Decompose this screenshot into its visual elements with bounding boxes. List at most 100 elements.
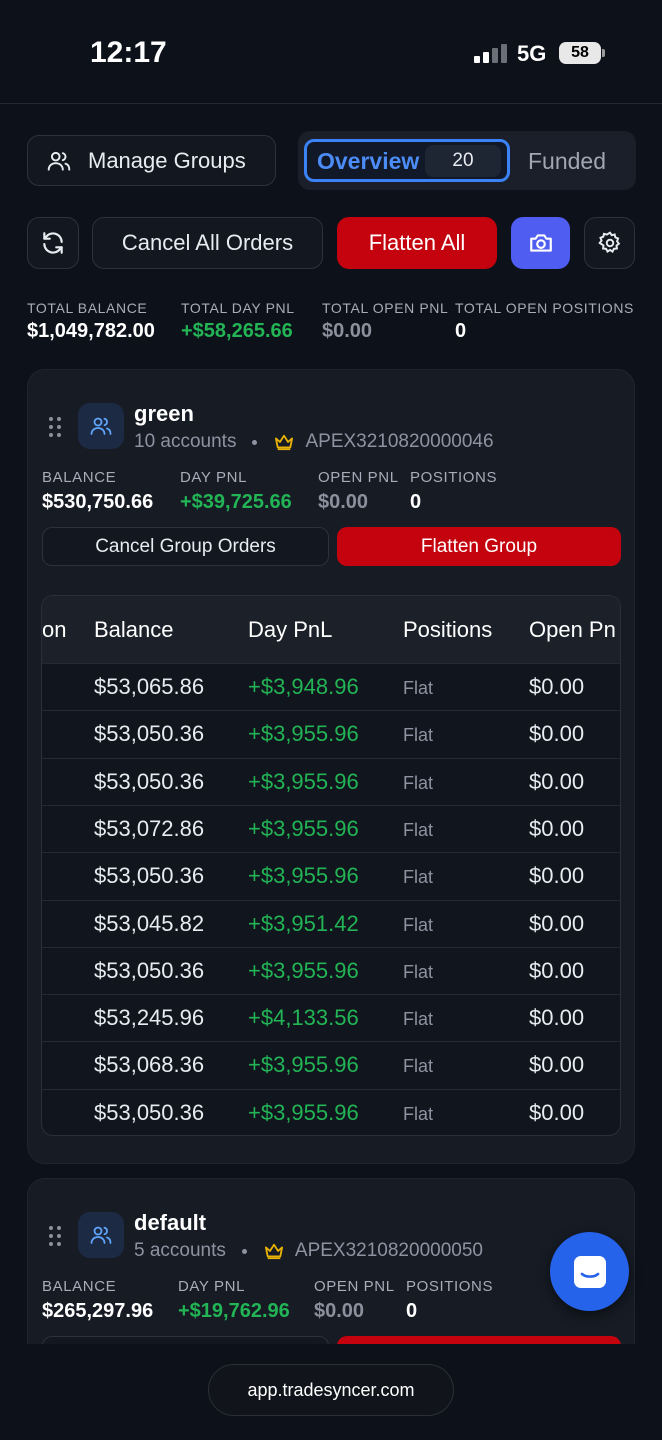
cell-positions: Flat <box>403 914 434 935</box>
column-header-balance[interactable]: Balance <box>94 617 174 643</box>
table-row[interactable]: $53,050.36 +$3,955.96 Flat $0.00 <box>42 1088 620 1135</box>
cell-open-pnl: $0.00 <box>529 1099 585 1125</box>
cell-balance: $53,072.86 <box>94 815 205 841</box>
cell-open-pnl: $0.00 <box>529 768 585 794</box>
cell-open-pnl: $0.00 <box>529 910 585 936</box>
cell-open-pnl: $0.00 <box>529 721 585 747</box>
cell-balance: $53,050.36 <box>94 721 205 747</box>
drag-handle-icon[interactable] <box>49 1226 61 1246</box>
group-balance-label: BALANCE <box>42 1278 117 1295</box>
cell-balance: $53,050.36 <box>94 957 205 983</box>
crown-icon <box>264 1243 283 1260</box>
total-balance-value: $1,049,782.00 <box>27 320 155 342</box>
account-tabs: Overview 20 Funded <box>298 131 636 190</box>
crown-icon <box>275 434 294 451</box>
table-row[interactable]: $53,068.36 +$3,955.96 Flat $0.00 <box>42 1041 620 1088</box>
screenshot-button[interactable] <box>511 217 570 269</box>
users-icon <box>47 151 71 171</box>
table-row[interactable]: $53,072.86 +$3,955.96 Flat $0.00 <box>42 804 620 852</box>
table-row[interactable]: $53,050.36 +$3,955.96 Flat $0.00 <box>42 852 620 899</box>
flatten-group-button[interactable]: Flatten Group <box>337 527 621 566</box>
cell-open-pnl: $0.00 <box>529 1005 585 1031</box>
total-open-pnl-label: TOTAL OPEN PNL <box>322 300 449 316</box>
group-positions-label: POSITIONS <box>410 469 498 486</box>
table-row[interactable]: $53,050.36 +$3,955.96 Flat $0.00 <box>42 946 620 994</box>
cell-positions: Flat <box>403 1009 434 1030</box>
table-header: on Balance Day PnL Positions Open Pn <box>42 596 620 663</box>
cell-positions: Flat <box>403 725 434 746</box>
group-open-pnl-value: $0.00 <box>318 491 369 513</box>
cell-balance: $53,050.36 <box>94 863 205 889</box>
cell-open-pnl: $0.00 <box>529 863 585 889</box>
group-day-pnl-label: DAY PNL <box>180 469 248 486</box>
cell-open-pnl: $0.00 <box>529 815 585 841</box>
cell-positions: Flat <box>403 1056 434 1077</box>
group-accounts-count: 5 accounts <box>134 1240 226 1261</box>
cell-positions: Flat <box>403 1103 434 1124</box>
table-row[interactable]: $53,065.86 +$3,948.96 Flat $0.00 <box>42 663 620 710</box>
cell-day-pnl: +$3,955.96 <box>248 1052 359 1078</box>
cell-day-pnl: +$3,955.96 <box>248 863 359 889</box>
group-day-pnl-label: DAY PNL <box>178 1278 246 1295</box>
group-name: green <box>134 401 194 426</box>
browser-url-bar[interactable]: app.tradesyncer.com <box>208 1364 454 1416</box>
cell-day-pnl: +$3,955.96 <box>248 1099 359 1125</box>
cancel-group-orders-button[interactable]: Cancel Group Orders <box>42 527 329 566</box>
chat-button[interactable] <box>550 1232 629 1311</box>
drag-handle-icon[interactable] <box>49 417 61 437</box>
gear-icon <box>597 231 620 253</box>
group-positions-value: 0 <box>410 491 422 513</box>
refresh-button[interactable] <box>27 217 79 269</box>
column-header-positions[interactable]: Positions <box>403 617 492 643</box>
tab-overview[interactable]: Overview 20 <box>304 139 510 182</box>
tab-overview-label: Overview <box>317 148 420 174</box>
column-header-open-pnl[interactable]: Open Pn <box>529 617 616 643</box>
group-balance-label: BALANCE <box>42 469 117 486</box>
cancel-all-orders-button[interactable]: Cancel All Orders <box>92 217 323 269</box>
group-name: default <box>134 1210 207 1235</box>
group-day-pnl-value: +$19,762.96 <box>178 1300 290 1322</box>
cell-positions: Flat <box>403 678 434 698</box>
cell-day-pnl: +$3,955.96 <box>248 721 359 747</box>
refresh-icon <box>43 232 63 254</box>
table-row[interactable]: $53,045.82 +$3,951.42 Flat $0.00 <box>42 899 620 947</box>
total-open-positions-value: 0 <box>455 320 467 342</box>
cell-balance: $53,050.36 <box>94 1099 205 1125</box>
cell-balance: $53,068.36 <box>94 1052 205 1078</box>
cell-day-pnl: +$4,133.56 <box>248 1005 359 1031</box>
table-row[interactable]: $53,245.96 +$4,133.56 Flat $0.00 <box>42 994 620 1041</box>
group-positions-value: 0 <box>406 1300 418 1322</box>
cell-open-pnl: $0.00 <box>529 1052 585 1078</box>
group-open-pnl-label: OPEN PNL <box>318 469 399 486</box>
column-header-truncated: on <box>42 617 67 642</box>
table-row[interactable]: $53,050.36 +$3,955.96 Flat $0.00 <box>42 757 620 805</box>
group-leader-account: APEX3210820000046 <box>305 431 494 452</box>
group-leader-account: APEX3210820000050 <box>294 1240 483 1261</box>
cell-day-pnl: +$3,955.96 <box>248 957 359 983</box>
accounts-table[interactable]: on Balance Day PnL Positions Open Pn $53… <box>41 595 621 1136</box>
battery-icon: 58 <box>559 42 605 64</box>
group-positions-label: POSITIONS <box>406 1278 494 1295</box>
cell-open-pnl: $0.00 <box>529 957 585 983</box>
cell-balance: $53,245.96 <box>94 1005 205 1031</box>
cell-day-pnl: +$3,951.42 <box>248 910 359 936</box>
total-day-pnl-value: +$58,265.66 <box>181 320 293 342</box>
flatten-all-button[interactable]: Flatten All <box>337 217 497 269</box>
chat-icon <box>573 1255 606 1288</box>
total-balance-label: TOTAL BALANCE <box>27 300 148 316</box>
column-header-day-pnl[interactable]: Day PnL <box>248 617 332 643</box>
total-day-pnl-label: TOTAL DAY PNL <box>181 300 295 316</box>
cell-day-pnl: +$3,948.96 <box>248 674 359 699</box>
separator-dot <box>241 1248 247 1254</box>
manage-groups-button[interactable]: Manage Groups <box>27 135 276 186</box>
group-users-icon <box>78 1212 124 1258</box>
settings-button[interactable] <box>584 217 635 269</box>
table-row[interactable]: $53,050.36 +$3,955.96 Flat $0.00 <box>42 710 620 757</box>
status-time: 12:17 <box>90 36 167 69</box>
tab-funded[interactable]: Funded <box>528 148 606 175</box>
network-label: 5G <box>517 41 547 66</box>
signal-icon <box>474 44 507 63</box>
cell-day-pnl: +$3,955.96 <box>248 815 359 841</box>
group-day-pnl-value: +$39,725.66 <box>180 491 292 513</box>
total-open-pnl-value: $0.00 <box>322 320 373 342</box>
